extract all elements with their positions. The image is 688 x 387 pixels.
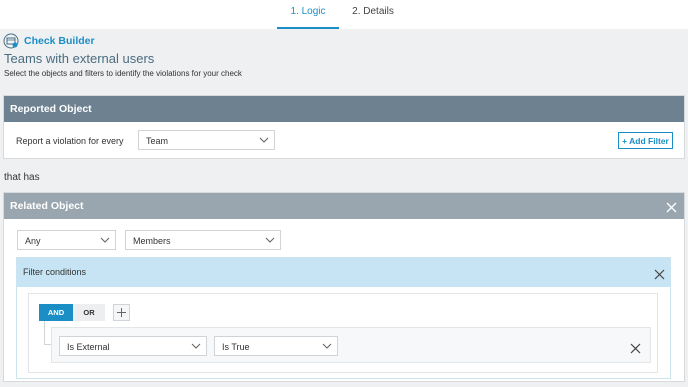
related-object-panel: Related Object Any Members Filter condit… (3, 192, 685, 382)
chevron-down-icon (322, 341, 332, 351)
close-icon[interactable] (654, 267, 665, 280)
quantifier-select[interactable]: Any (17, 230, 116, 250)
reported-object-select[interactable]: Team (138, 130, 275, 150)
condition-field-select[interactable]: Is External (59, 336, 207, 356)
chevron-down-icon (100, 235, 110, 245)
close-icon[interactable] (666, 200, 677, 213)
filter-conditions-header: Filter conditions (17, 258, 670, 287)
connector-text: that has (4, 172, 40, 183)
or-toggle-button[interactable]: OR (73, 304, 105, 321)
relation-value: Members (133, 236, 171, 246)
chevron-down-icon (265, 235, 275, 245)
add-filter-button[interactable]: + Add Filter (618, 132, 673, 149)
top-tab-bar: 1. Logic 2. Details (0, 0, 688, 29)
report-violation-label: Report a violation for every (16, 136, 124, 146)
condition-field-value: Is External (67, 342, 110, 352)
chevron-down-icon (191, 341, 201, 351)
chevron-down-icon (259, 135, 269, 145)
app-title[interactable]: Check Builder (24, 35, 95, 47)
page-title: Teams with external users (4, 51, 155, 66)
close-icon[interactable] (630, 341, 641, 354)
and-toggle-button[interactable]: AND (39, 304, 73, 321)
condition-row: Is External Is True (51, 327, 651, 363)
page-description: Select the objects and filters to identi… (4, 69, 242, 78)
reported-object-panel: Reported Object Report a violation for e… (3, 95, 685, 159)
plus-icon (114, 307, 129, 324)
related-object-header: Related Object (4, 193, 684, 219)
condition-operator-select[interactable]: Is True (214, 336, 338, 356)
reported-object-header: Reported Object (4, 96, 684, 122)
condition-operator-value: Is True (222, 342, 250, 352)
page-header: Check Builder Teams with external users … (0, 29, 688, 86)
tab-details[interactable]: 2. Details (345, 6, 401, 29)
add-condition-button[interactable] (113, 304, 130, 321)
reported-object-value: Team (146, 136, 169, 146)
check-builder-icon (3, 33, 19, 49)
tab-logic[interactable]: 1. Logic (277, 6, 339, 29)
quantifier-value: Any (25, 236, 41, 246)
condition-group: AND OR Is External Is True (28, 293, 658, 373)
filter-conditions-box: Filter conditions AND OR Is External Is … (16, 257, 671, 379)
relation-select[interactable]: Members (125, 230, 281, 250)
